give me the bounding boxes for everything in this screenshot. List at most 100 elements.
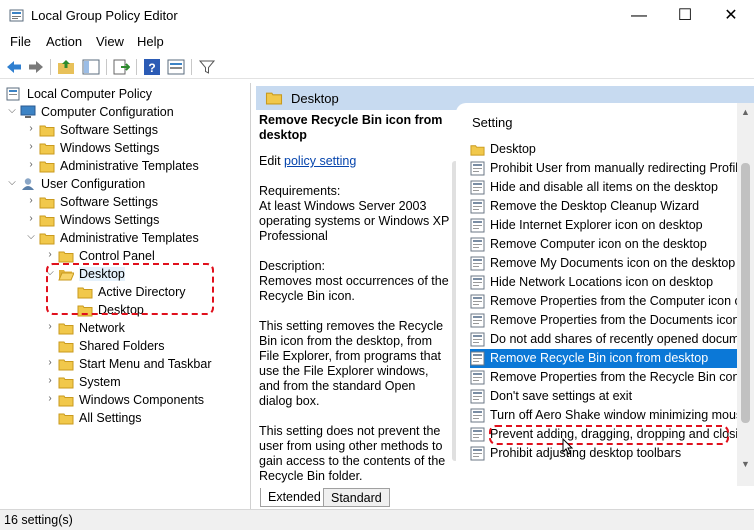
scroll-up-icon[interactable]: ▲ [741,107,750,117]
list-item-label: Remove Recycle Bin icon from desktop [490,351,709,365]
list-item-setting[interactable]: Remove My Documents icon on the desktop [470,254,754,273]
policy-icon [470,427,485,442]
expand-arrow-icon[interactable]: › [25,159,37,173]
tree-item-label: System [79,375,121,389]
list-item-label: Prohibit User from manually redirecting … [490,161,745,175]
minimize-button[interactable]: — [616,0,662,31]
list-item-setting[interactable]: Do not add shares of recently opened doc… [470,330,754,349]
tree-item-label: Computer Configuration [41,105,174,119]
expand-arrow-icon[interactable]: › [25,141,37,155]
scroll-thumb[interactable] [741,163,750,423]
menu-action[interactable]: Action [46,34,82,49]
list-item-folder[interactable]: Desktop [470,140,754,159]
list-item-label: Remove My Documents icon on the desktop [490,256,736,270]
policy-icon [470,370,485,385]
tree-item-label: Administrative Templates [60,231,199,245]
folder-icon [39,125,55,137]
mouse-cursor-icon [562,438,574,455]
policy-icon [470,408,485,423]
list-item-label: Remove Properties from the Documents ico… [490,313,750,327]
status-text: 16 setting(s) [4,513,73,527]
list-item-setting[interactable]: Hide Internet Explorer icon on desktop [470,216,754,235]
back-arrow-icon[interactable] [5,58,23,76]
list-item-setting[interactable]: Turn off Aero Shake window minimizing mo… [470,406,754,425]
column-header-setting[interactable]: Setting [472,115,512,130]
title-bar: Local Group Policy Editor — ☐ ✕ [0,0,754,31]
status-bar: 16 setting(s) [0,509,754,530]
list-item-setting[interactable]: Remove Computer icon on the desktop [470,235,754,254]
menu-view[interactable]: View [96,34,124,49]
tab-extended[interactable]: Extended [260,488,329,507]
tree-item-label: Local Computer Policy [27,87,153,101]
list-item-setting[interactable]: Remove Recycle Bin icon from desktop [470,349,754,368]
collapse-arrow-icon[interactable]: ⌵ [6,177,18,191]
policy-icon [470,294,485,309]
policy-setting-link[interactable]: policy setting [284,154,356,168]
forward-arrow-icon[interactable] [27,58,45,76]
folder-icon [39,161,55,173]
highlight-box-list [489,425,729,445]
close-button[interactable]: ✕ [708,0,754,31]
highlight-box-tree [46,263,214,315]
menu-help[interactable]: Help [137,34,164,49]
list-item-label: Hide Network Locations icon on desktop [490,275,714,289]
tree-item-label: Start Menu and Taskbar [79,357,212,371]
expand-arrow-icon[interactable]: › [44,249,56,263]
scroll-down-icon[interactable]: ▼ [741,459,750,469]
expand-arrow-icon[interactable]: › [44,393,56,407]
folder-icon [39,233,55,245]
show-hide-tree-icon[interactable] [82,58,100,76]
help-icon[interactable]: ? [143,58,161,76]
properties-icon[interactable] [167,58,185,76]
tree-item-label: Software Settings [60,195,158,209]
list-item-label: Don't save settings at exit [490,389,633,403]
expand-arrow-icon[interactable]: › [25,213,37,227]
computer-policy-icon [6,87,20,101]
folder-icon [470,145,485,156]
list-item-setting[interactable]: Remove Properties from the Recycle Bin c… [470,368,754,387]
list-item-setting[interactable]: Hide and disable all items on the deskto… [470,178,754,197]
list-item-setting[interactable]: Hide Network Locations icon on desktop [470,273,754,292]
folder-icon [58,359,74,371]
policy-icon [470,180,485,195]
export-list-icon[interactable] [112,58,130,76]
description-text-1: Removes most occurrences of the Recycle … [259,274,449,303]
list-item-setting[interactable]: Remove Properties from the Computer icon… [470,292,754,311]
folder-icon [265,92,283,105]
tree-item-label: Network [79,321,125,335]
expand-arrow-icon[interactable]: › [44,375,56,389]
expand-arrow-icon[interactable]: › [44,321,56,335]
list-item-setting[interactable]: Prohibit User from manually redirecting … [470,159,754,178]
extended-description: Remove Recycle Bin icon from desktop Edi… [259,113,451,485]
policy-icon [470,218,485,233]
collapse-arrow-icon[interactable]: ⌵ [25,231,37,245]
list-item-setting[interactable]: Remove Properties from the Documents ico… [470,311,754,330]
list-item-label: Remove Properties from the Recycle Bin c… [490,370,750,384]
expand-arrow-icon[interactable]: › [25,123,37,137]
list-item-label: Hide and disable all items on the deskto… [490,180,718,194]
list-item-label: Turn off Aero Shake window minimizing mo… [490,408,743,422]
list-item-label: Remove Properties from the Computer icon… [490,294,748,308]
collapse-arrow-icon[interactable]: ⌵ [6,105,18,119]
up-folder-icon[interactable] [57,58,75,76]
list-scrollbar[interactable]: ▲ ▼ [737,103,754,486]
expand-arrow-icon[interactable]: › [44,357,56,371]
folder-icon [58,323,74,335]
tab-standard[interactable]: Standard [323,488,390,507]
policy-icon [470,313,485,328]
expand-arrow-icon[interactable]: › [25,195,37,209]
list-item-setting[interactable]: Remove the Desktop Cleanup Wizard [470,197,754,216]
tree-item-label: Software Settings [60,123,158,137]
maximize-button[interactable]: ☐ [662,0,708,31]
folder-icon [58,413,74,425]
tree-item-label: Windows Components [79,393,205,407]
menu-file[interactable]: File [10,34,31,49]
tree-item-label: Administrative Templates [60,159,199,173]
list-item-setting[interactable]: Prohibit adjusting desktop toolbars [470,444,754,463]
toolbar: ? [0,55,754,79]
policy-icon [470,237,485,252]
tree-item-label: Windows Settings [60,213,160,227]
filter-icon[interactable] [198,58,216,76]
folder-icon [58,341,74,353]
list-item-setting[interactable]: Don't save settings at exit [470,387,754,406]
